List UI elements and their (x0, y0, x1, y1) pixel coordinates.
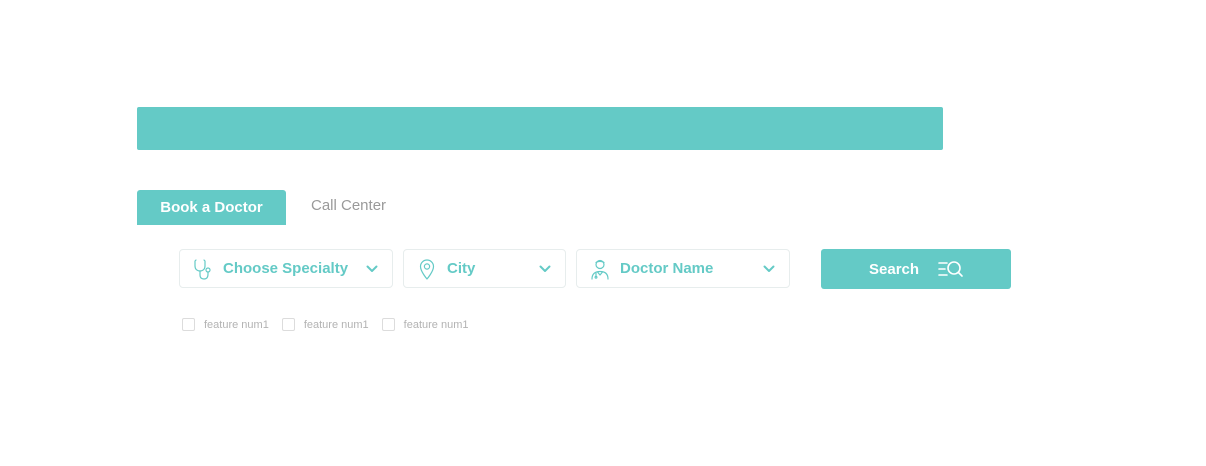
header-banner (137, 107, 943, 150)
feature-label: feature num1 (303, 318, 369, 331)
feature-label: feature num1 (204, 318, 269, 331)
feature-option[interactable]: feature num1 (281, 318, 369, 331)
location-pin-icon (415, 257, 439, 281)
tab-book-a-doctor[interactable]: Book a Doctor (137, 190, 286, 225)
chevron-down-icon (762, 262, 776, 276)
doctor-name-dropdown[interactable]: Doctor Name (576, 249, 790, 288)
feature-label: feature num1 (403, 318, 469, 331)
page: Book a Doctor Call Center Choose Special… (0, 0, 1206, 466)
feature-checkbox[interactable] (381, 318, 395, 331)
tab-book-a-doctor-label: Book a Doctor (160, 199, 263, 216)
tab-call-center[interactable]: Call Center (311, 190, 386, 225)
feature-option[interactable]: feature num1 (381, 318, 469, 331)
city-label: City (447, 260, 476, 277)
feature-option[interactable]: feature num1 (182, 318, 269, 331)
feature-filters: feature num1 feature num1 feature num1 (182, 318, 481, 331)
specialty-dropdown[interactable]: Choose Specialty (179, 249, 393, 288)
feature-checkbox[interactable] (281, 318, 295, 331)
search-list-icon (937, 259, 965, 279)
search-button[interactable]: Search (821, 249, 1011, 289)
doctor-name-label: Doctor Name (620, 260, 714, 277)
stethoscope-icon (191, 257, 215, 281)
feature-checkbox[interactable] (182, 318, 195, 331)
specialty-label: Choose Specialty (223, 260, 349, 277)
chevron-down-icon (538, 262, 552, 276)
doctor-icon (588, 257, 612, 281)
booking-tabs: Book a Doctor Call Center (137, 190, 386, 225)
search-button-label: Search (869, 260, 920, 278)
city-dropdown[interactable]: City (403, 249, 566, 288)
chevron-down-icon (365, 262, 379, 276)
tab-call-center-label: Call Center (311, 197, 387, 214)
